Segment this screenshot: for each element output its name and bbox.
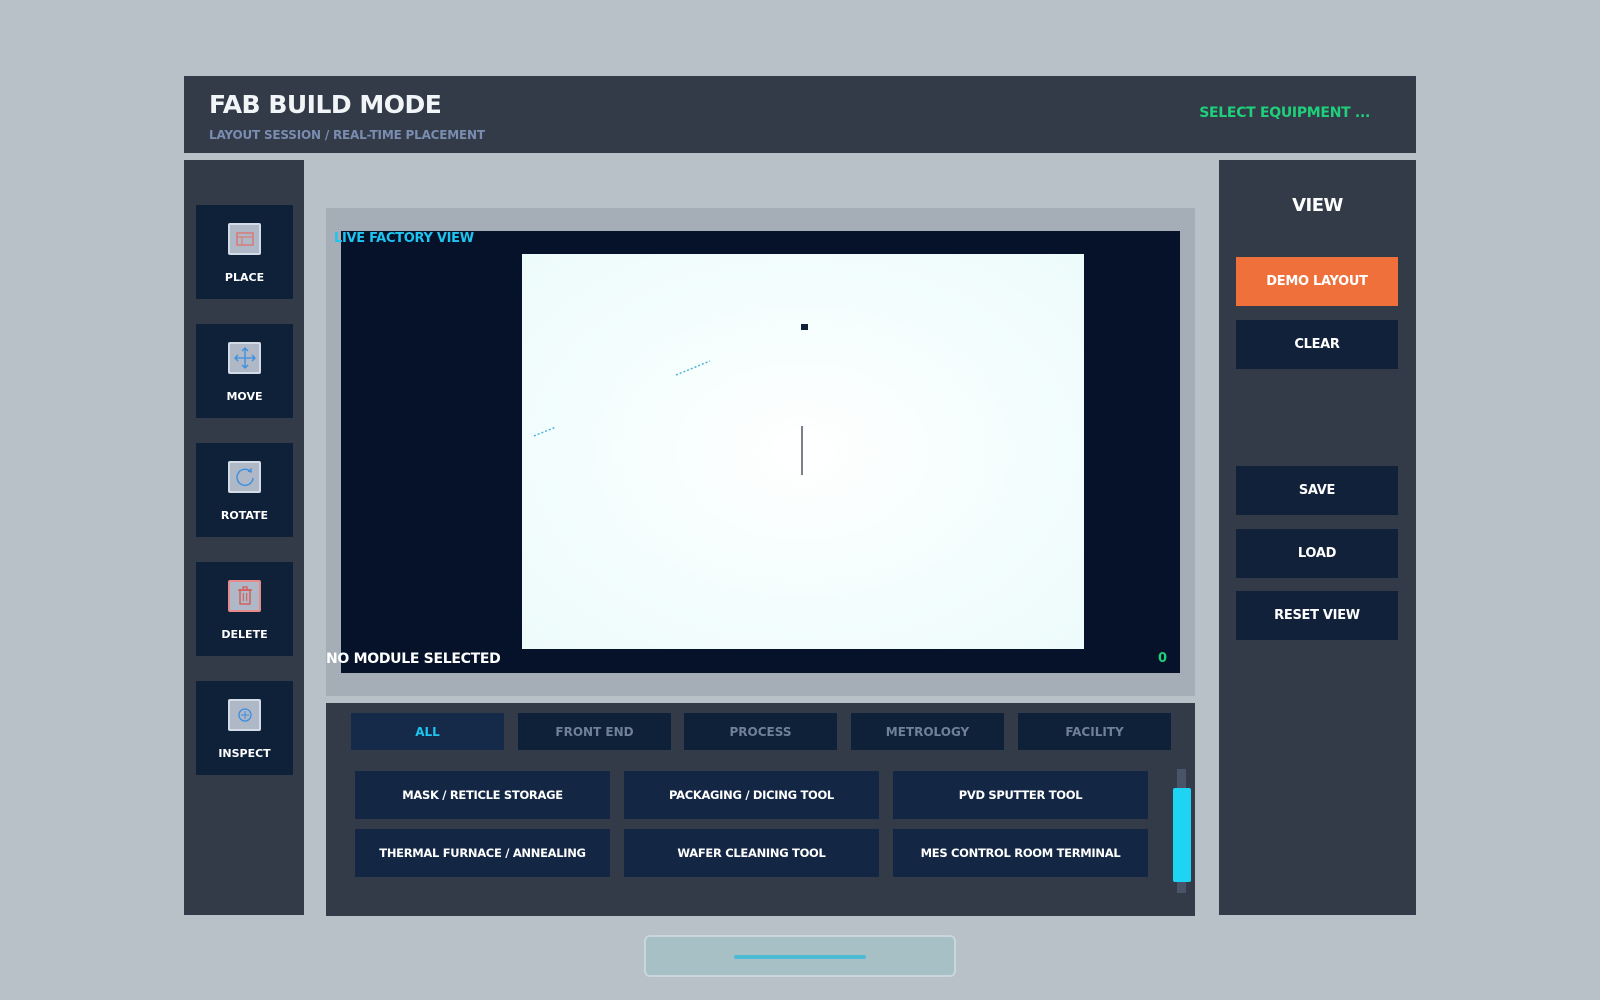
reset-view-button[interactable]: RESET VIEW (1236, 591, 1398, 640)
save-button[interactable]: SAVE (1236, 466, 1398, 515)
rotate-icon (228, 461, 261, 493)
tool-label: ROTATE (220, 509, 269, 522)
place-tool-button[interactable]: PLACE (196, 205, 293, 299)
inspect-icon (228, 699, 261, 731)
load-button[interactable]: LOAD (1236, 529, 1398, 578)
view-panel: VIEW DEMO LAYOUT CLEAR SAVE LOAD RESET V… (1219, 160, 1416, 915)
delete-tool-button[interactable]: DELETE (196, 562, 293, 656)
tab-facility[interactable]: FACILITY (1018, 713, 1171, 750)
guide-line-outer (533, 426, 557, 437)
rotate-tool-button[interactable]: ROTATE (196, 443, 293, 537)
page-title: FAB BUILD MODE (209, 90, 442, 119)
tool-panel: PLACE MOVE ROTATE DELETE INSPECT (184, 160, 304, 915)
module-count: 0 (1158, 651, 1168, 666)
equipment-item[interactable]: THERMAL FURNACE / ANNEALING (355, 829, 610, 877)
move-tool-button[interactable]: MOVE (196, 324, 293, 418)
clear-button[interactable]: CLEAR (1236, 320, 1398, 369)
drawer-handle[interactable] (644, 935, 956, 977)
tab-process[interactable]: PROCESS (684, 713, 837, 750)
catalog-scrollbar-thumb[interactable] (1173, 788, 1191, 882)
tab-front-end[interactable]: FRONT END (518, 713, 671, 750)
view-panel-title: VIEW (1292, 195, 1343, 216)
tool-label: DELETE (221, 628, 268, 641)
equipment-item[interactable]: PVD SPUTTER TOOL (893, 771, 1148, 819)
demo-layout-button[interactable]: DEMO LAYOUT (1236, 257, 1398, 306)
selection-status: NO MODULE SELECTED (326, 651, 501, 667)
tool-label: PLACE (224, 271, 265, 284)
tab-all[interactable]: ALL (351, 713, 504, 750)
place-icon (228, 223, 261, 255)
equipment-item[interactable]: MES CONTROL ROOM TERMINAL (893, 829, 1148, 877)
status-text: SELECT EQUIPMENT ... (1199, 105, 1370, 121)
equipment-item[interactable]: MASK / RETICLE STORAGE (355, 771, 610, 819)
tab-metrology[interactable]: METROLOGY (851, 713, 1004, 750)
trash-icon (228, 580, 261, 612)
drawer-grip (734, 955, 866, 959)
guide-line (675, 360, 711, 376)
header-bar: FAB BUILD MODE LAYOUT SESSION / REAL-TIM… (184, 76, 1416, 153)
tool-label: INSPECT (218, 747, 271, 760)
tool-label: MOVE (226, 390, 263, 403)
viewport-label: LIVE FACTORY VIEW (334, 231, 474, 246)
page-subtitle: LAYOUT SESSION / REAL-TIME PLACEMENT (209, 128, 485, 142)
factory-floor-canvas[interactable] (522, 254, 1084, 649)
move-icon (228, 342, 261, 374)
equipment-item[interactable]: WAFER CLEANING TOOL (624, 829, 879, 877)
inspect-tool-button[interactable]: INSPECT (196, 681, 293, 775)
equipment-item[interactable]: PACKAGING / DICING TOOL (624, 771, 879, 819)
camera-marker (801, 324, 808, 330)
